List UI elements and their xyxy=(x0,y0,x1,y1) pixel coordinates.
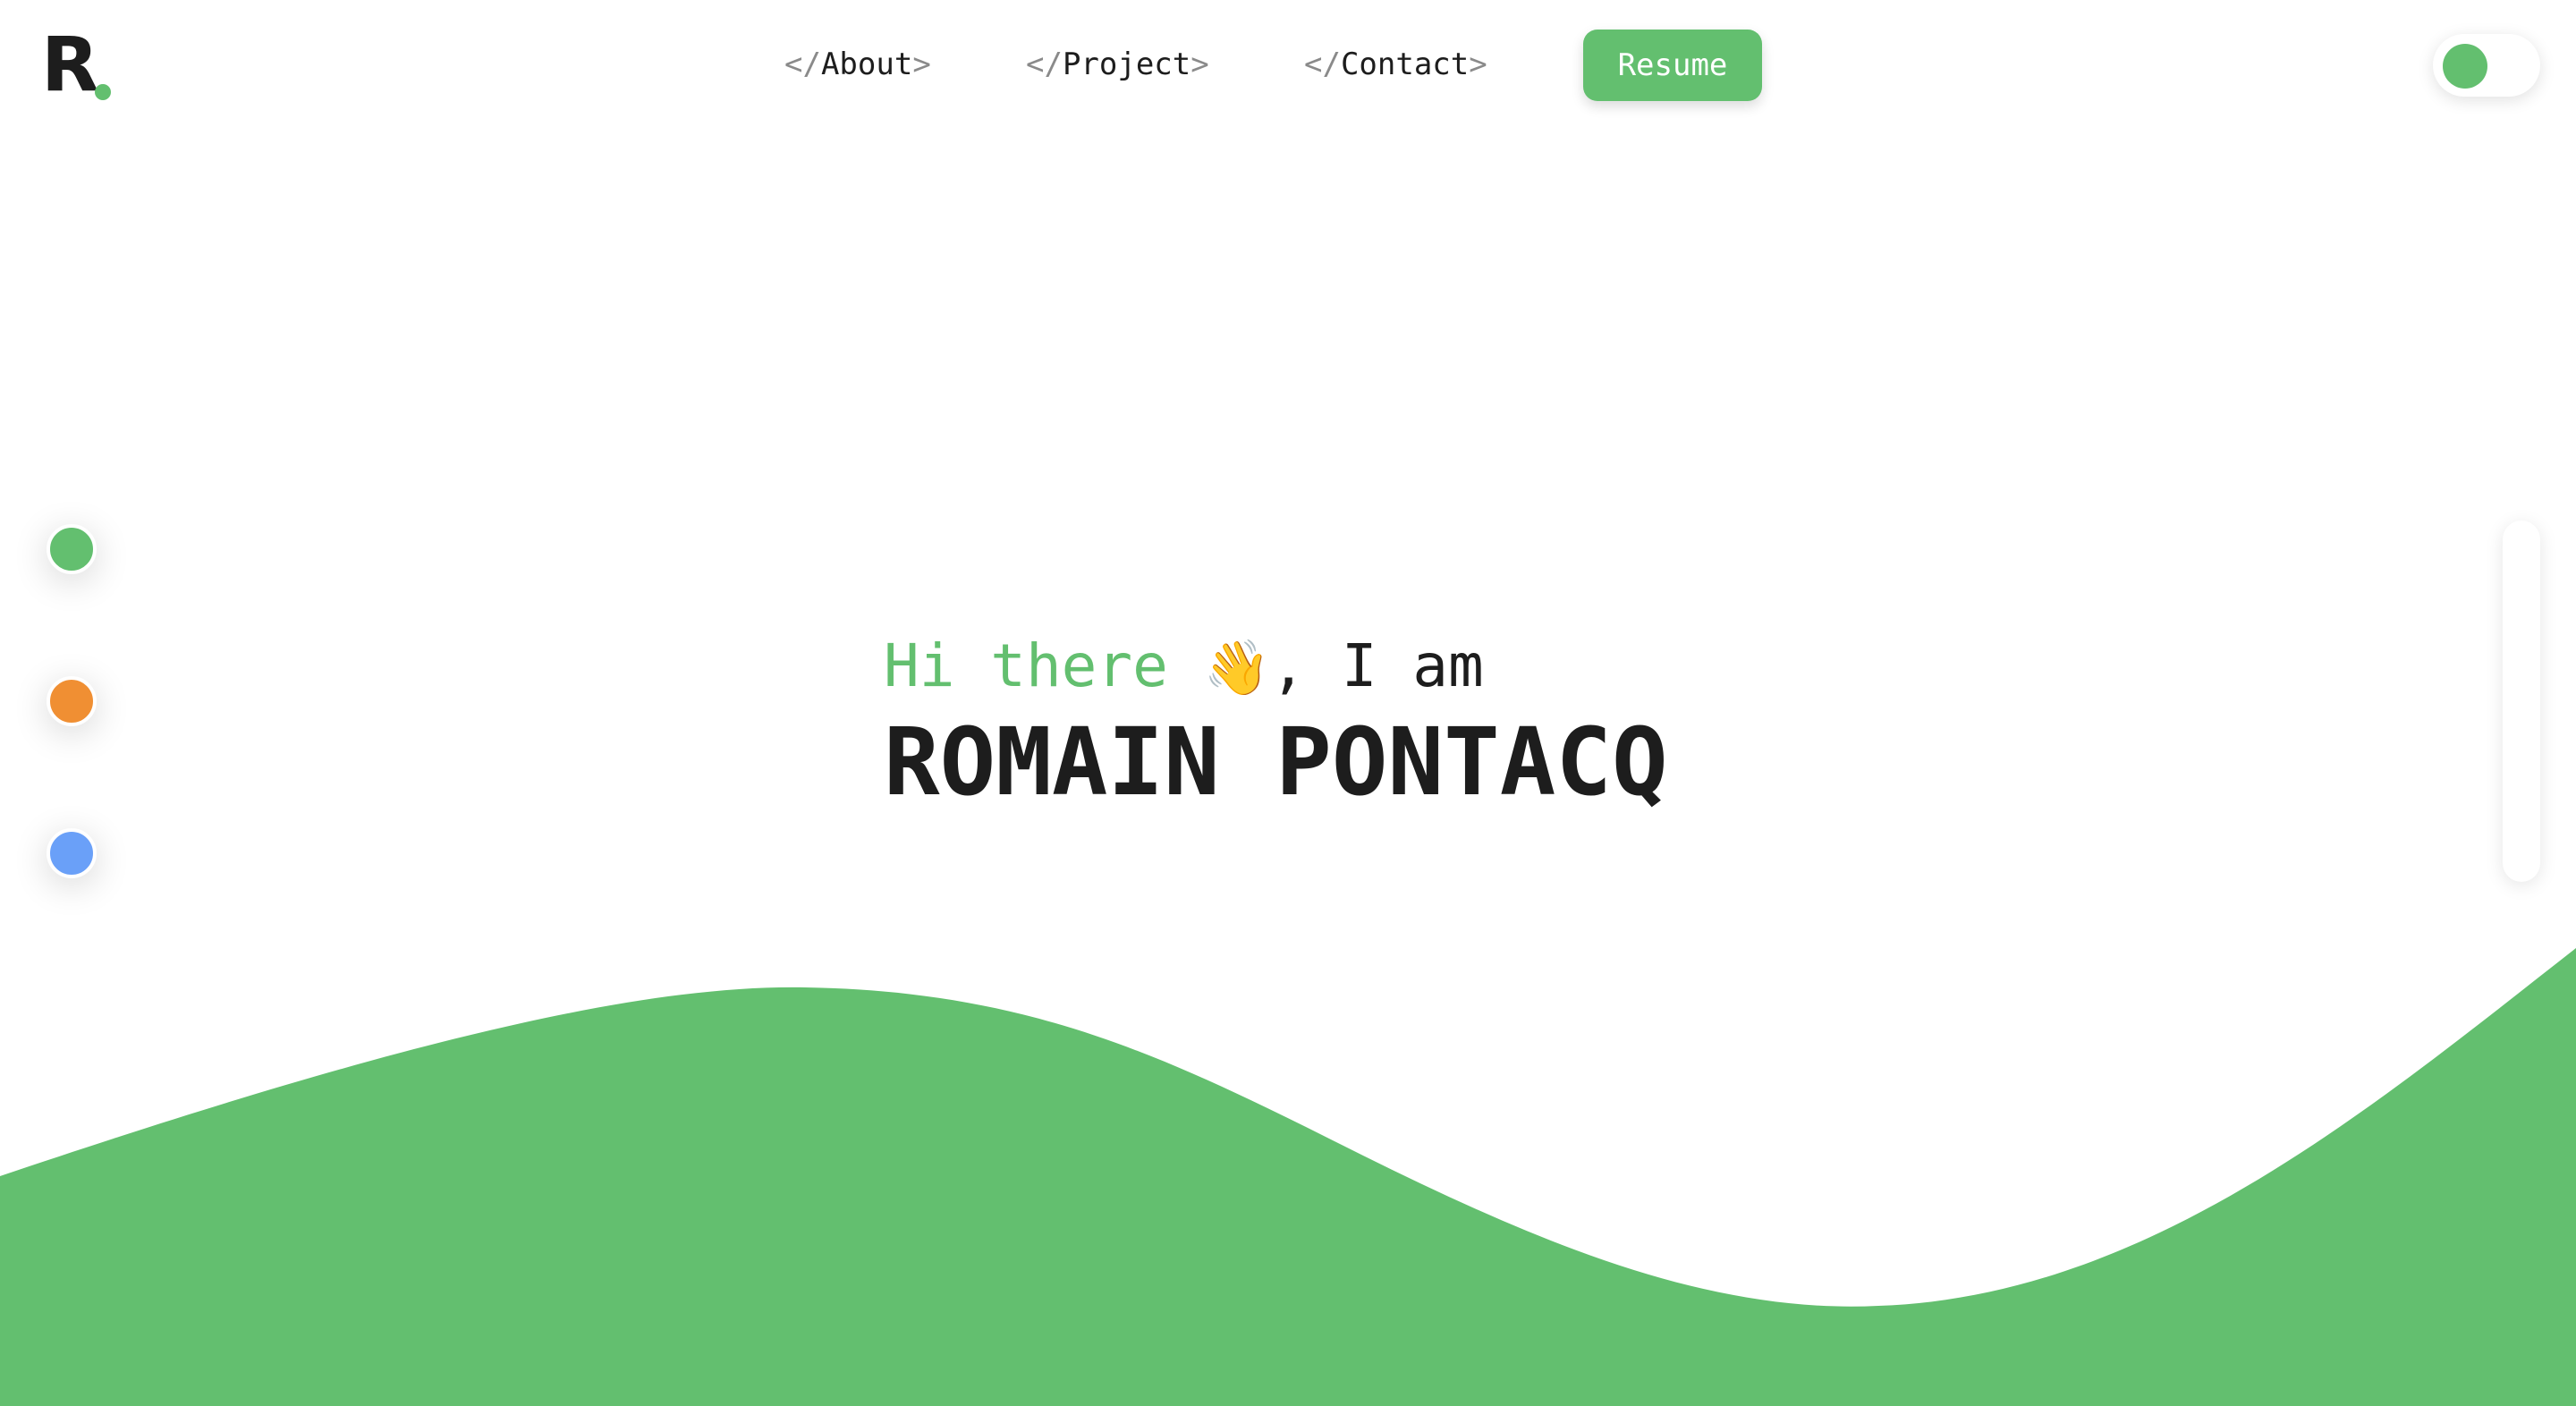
nav-bracket-open: </ xyxy=(1026,47,1063,82)
nav-label: About xyxy=(820,47,913,82)
greeting-rest: , I am xyxy=(1270,631,1484,700)
nav-link-about[interactable]: </About> xyxy=(784,45,931,84)
nav-bracket-close: > xyxy=(912,47,931,82)
nav-bracket-close: > xyxy=(1191,47,1209,82)
hero-greeting: Hi there 👋, I am xyxy=(884,626,1668,708)
color-option-green[interactable] xyxy=(47,524,97,574)
nav-bracket-open: </ xyxy=(784,47,821,82)
color-option-blue[interactable] xyxy=(47,828,97,878)
color-option-orange[interactable] xyxy=(47,676,97,726)
resume-button[interactable]: Resume xyxy=(1583,30,1762,101)
main-nav: </About> </Project> </Contact> Resume xyxy=(0,0,2576,131)
greeting-highlight: Hi there xyxy=(884,631,1168,700)
nav-bracket-close: > xyxy=(1469,47,1487,82)
page: R </About> </Project> </Contact> Resume … xyxy=(0,0,2576,1406)
toggle-knob xyxy=(2443,44,2487,89)
nav-label: Project xyxy=(1062,47,1191,82)
nav-link-project[interactable]: </Project> xyxy=(1026,45,1209,84)
nav-bracket-open: </ xyxy=(1304,47,1341,82)
scroll-indicator[interactable] xyxy=(2503,521,2540,882)
nav-link-contact[interactable]: </Contact> xyxy=(1304,45,1487,84)
waving-hand-icon: 👋 xyxy=(1203,637,1271,699)
hero-section: Hi there 👋, I am ROMAIN PONTACQ xyxy=(884,626,1668,816)
nav-label: Contact xyxy=(1340,47,1470,82)
hero-name: ROMAIN PONTACQ xyxy=(884,707,1668,817)
theme-toggle[interactable] xyxy=(2433,34,2540,97)
